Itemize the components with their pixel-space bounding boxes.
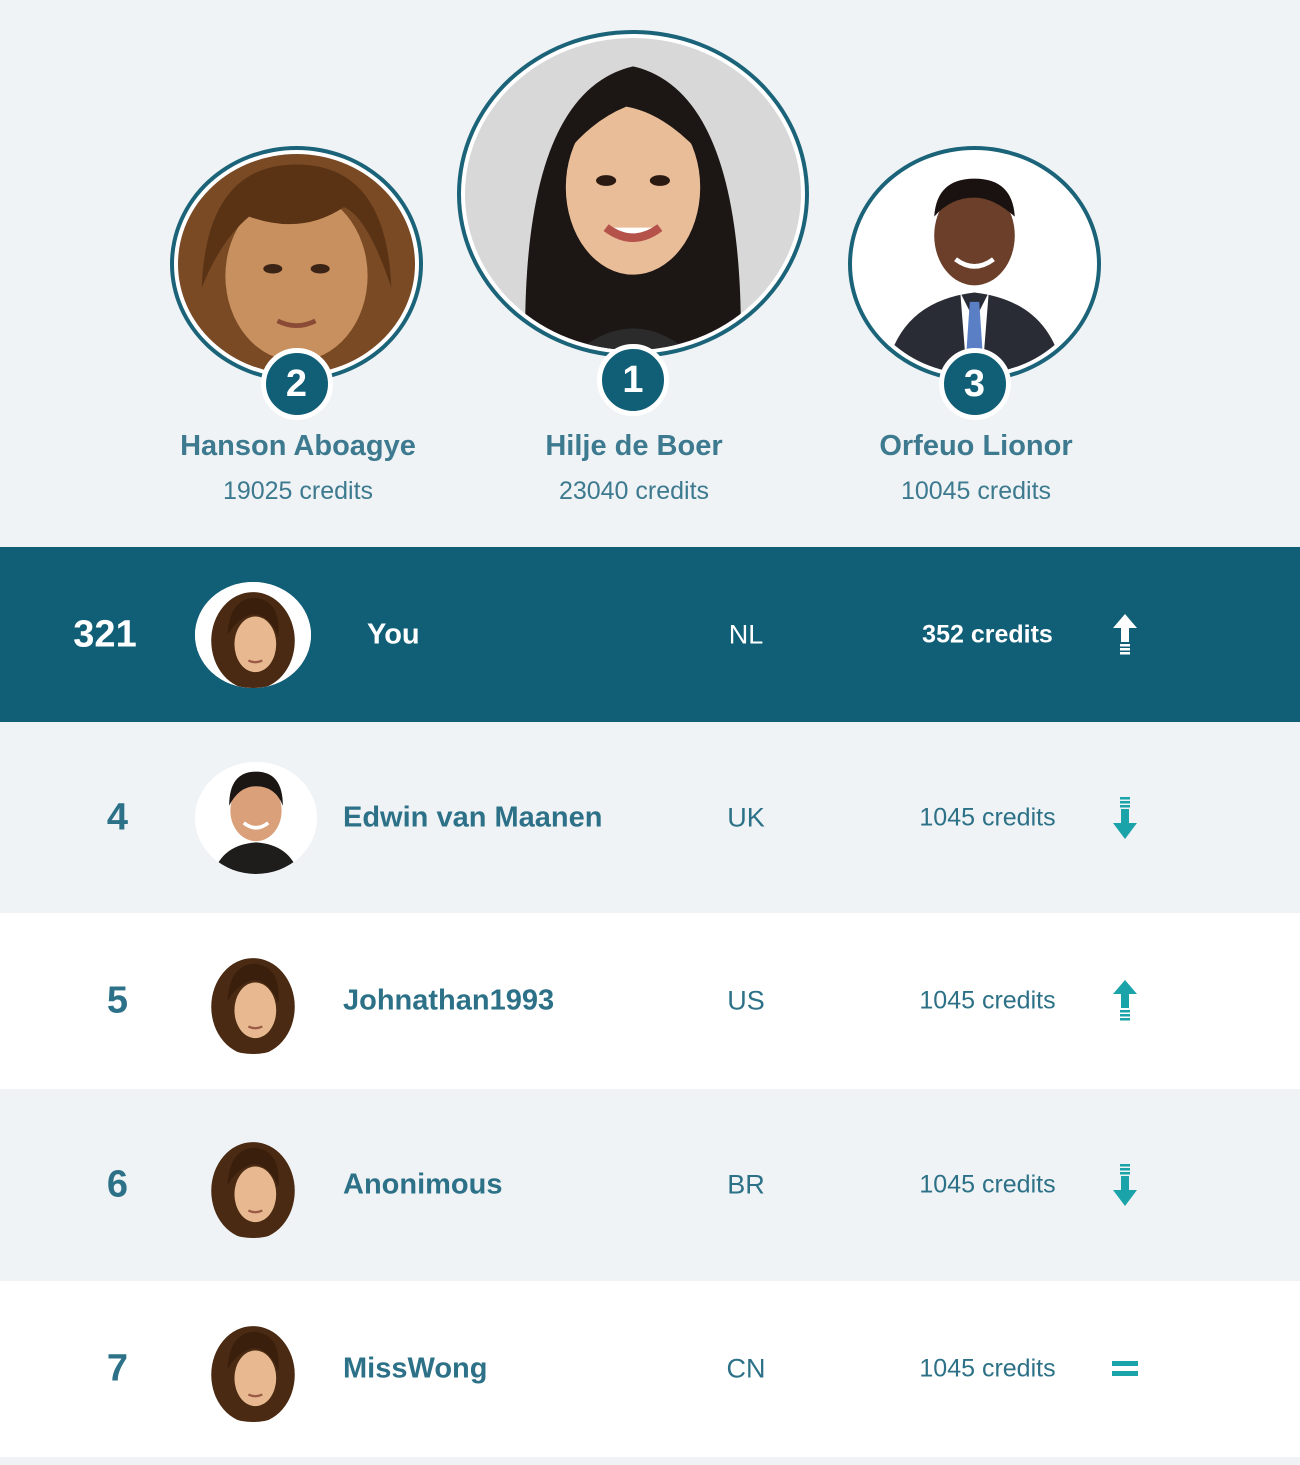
avatar-long-hair-man-icon	[195, 1132, 311, 1238]
podium-avatar: 2	[170, 146, 423, 420]
arrow-up-icon	[1107, 978, 1143, 1024]
row-avatar	[195, 581, 311, 688]
rank-badge: 2	[260, 348, 333, 420]
arrow-down-icon	[1107, 795, 1143, 841]
table-row[interactable]: 6 Anonimous BR 1045 credits	[0, 1089, 1300, 1281]
row-country: BR	[727, 1169, 765, 1200]
avatar-long-hair-man-icon	[195, 581, 311, 688]
row-credits: 1045 credits	[919, 1170, 1056, 1199]
row-credits: 1045 credits	[919, 1354, 1056, 1383]
podium-credits: 23040 credits	[558, 477, 710, 505]
podium-first-place[interactable]: 1 Hilje de Boer 23040 credits	[456, 0, 812, 547]
row-country: UK	[727, 802, 765, 832]
row-credits: 1045 credits	[919, 986, 1056, 1015]
rank-badge: 1	[597, 344, 669, 416]
table-row[interactable]: 7 MissWong CN 1045 credits	[0, 1281, 1300, 1457]
podium-credits: 19025 credits	[222, 477, 374, 505]
avatar-man-short-hair-icon	[195, 761, 317, 874]
rank-badge: 3	[938, 348, 1011, 420]
podium-avatar: 1	[457, 30, 809, 416]
row-name: Edwin van Maanen	[343, 801, 603, 833]
row-name: MissWong	[343, 1352, 488, 1385]
row-avatar	[195, 948, 311, 1054]
row-name: Johnathan1993	[343, 984, 555, 1017]
avatar-long-hair-man-icon	[178, 154, 415, 374]
row-name: Anonimous	[343, 1168, 503, 1201]
avatar-long-hair-man-icon	[195, 1316, 311, 1422]
row-avatar	[195, 761, 317, 874]
podium-avatar: 3	[848, 146, 1101, 420]
podium: 2 Hanson Aboagye 19025 credits 1 Hilje d…	[0, 0, 1300, 547]
podium-name: Hanson Aboagye	[180, 430, 416, 462]
row-credits: 352 credits	[922, 620, 1053, 648]
arrow-down-icon	[1107, 1162, 1143, 1208]
podium-second-place[interactable]: 2 Hanson Aboagye 19025 credits	[160, 0, 436, 547]
row-avatar	[195, 1316, 311, 1422]
podium-third-place[interactable]: 3 Orfeuo Lionor 10045 credits	[838, 0, 1114, 547]
row-credits: 1045 credits	[919, 803, 1056, 831]
table-row[interactable]: 4 Edwin van Maanen UK 1045 credits	[0, 722, 1300, 913]
avatar-man-suit-icon	[856, 154, 1093, 374]
avatar-woman-dark-hair-icon	[465, 38, 801, 350]
row-name: You	[367, 618, 420, 650]
table-row-current-user[interactable]: 321 You NL 352 credits	[0, 547, 1300, 722]
leaderboard-table: 321 You NL 352 credits 4 Edwin van Maane…	[0, 547, 1300, 1457]
equals-icon	[1107, 1346, 1143, 1392]
row-country: NL	[728, 619, 764, 649]
row-country: US	[727, 985, 765, 1016]
podium-name: Hilje de Boer	[545, 430, 723, 462]
row-rank: 321	[73, 613, 137, 655]
avatar-long-hair-man-icon	[195, 948, 311, 1054]
podium-credits: 10045 credits	[900, 477, 1052, 505]
table-row[interactable]: 5 Johnathan1993 US 1045 credits	[0, 913, 1300, 1089]
row-country: CN	[726, 1353, 766, 1384]
arrow-up-icon	[1107, 612, 1143, 658]
podium-name: Orfeuo Lionor	[879, 430, 1073, 462]
row-avatar	[195, 1132, 311, 1238]
